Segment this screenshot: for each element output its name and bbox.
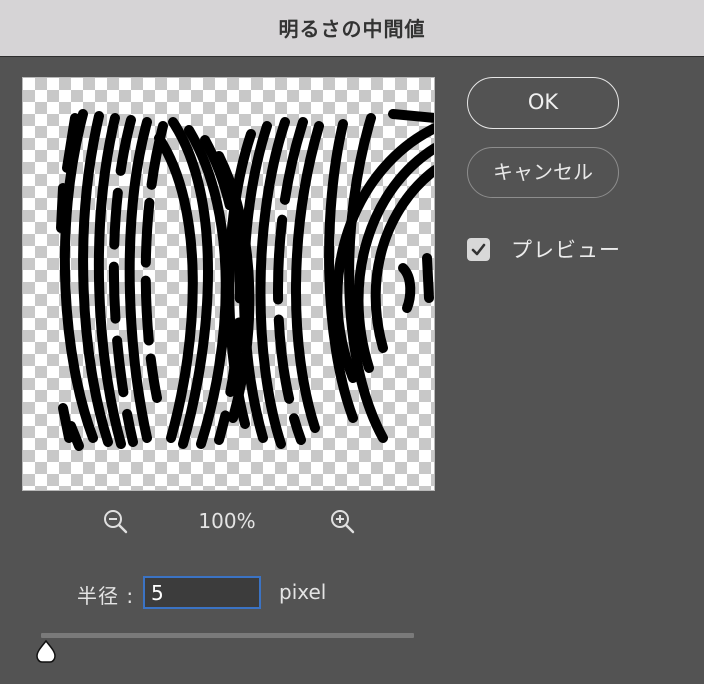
zoom-in-button[interactable] [329, 508, 357, 536]
ok-button[interactable]: OK [467, 77, 619, 129]
median-dialog: 明るさの中間値 OK キャンセル プレビュー 100% 半径: 5 pixel [0, 0, 704, 684]
preview-checkbox[interactable] [467, 237, 490, 261]
zoom-out-button[interactable] [102, 508, 130, 536]
preview-checkbox-row[interactable]: プレビュー [467, 237, 621, 262]
unit-label: pixel [279, 580, 327, 604]
preview-area[interactable] [22, 77, 435, 491]
zoom-out-icon [104, 510, 128, 534]
checkmark-icon [471, 243, 486, 255]
title-bar[interactable]: 明るさの中間値 [0, 0, 704, 57]
zoom-level-text: 100% [198, 509, 256, 533]
radius-label: 半径 : [77, 584, 135, 608]
zoom-in-icon [331, 510, 355, 534]
preview-label: プレビュー [511, 238, 621, 262]
slider-thumb-icon [36, 639, 56, 663]
radius-input[interactable] [143, 576, 261, 609]
fingerprint-preview-image [56, 109, 434, 451]
radius-slider-track[interactable] [41, 633, 414, 638]
dialog-title: 明るさの中間値 [278, 17, 426, 41]
radius-slider-thumb[interactable] [33, 639, 59, 665]
cancel-button[interactable]: キャンセル [467, 147, 619, 198]
